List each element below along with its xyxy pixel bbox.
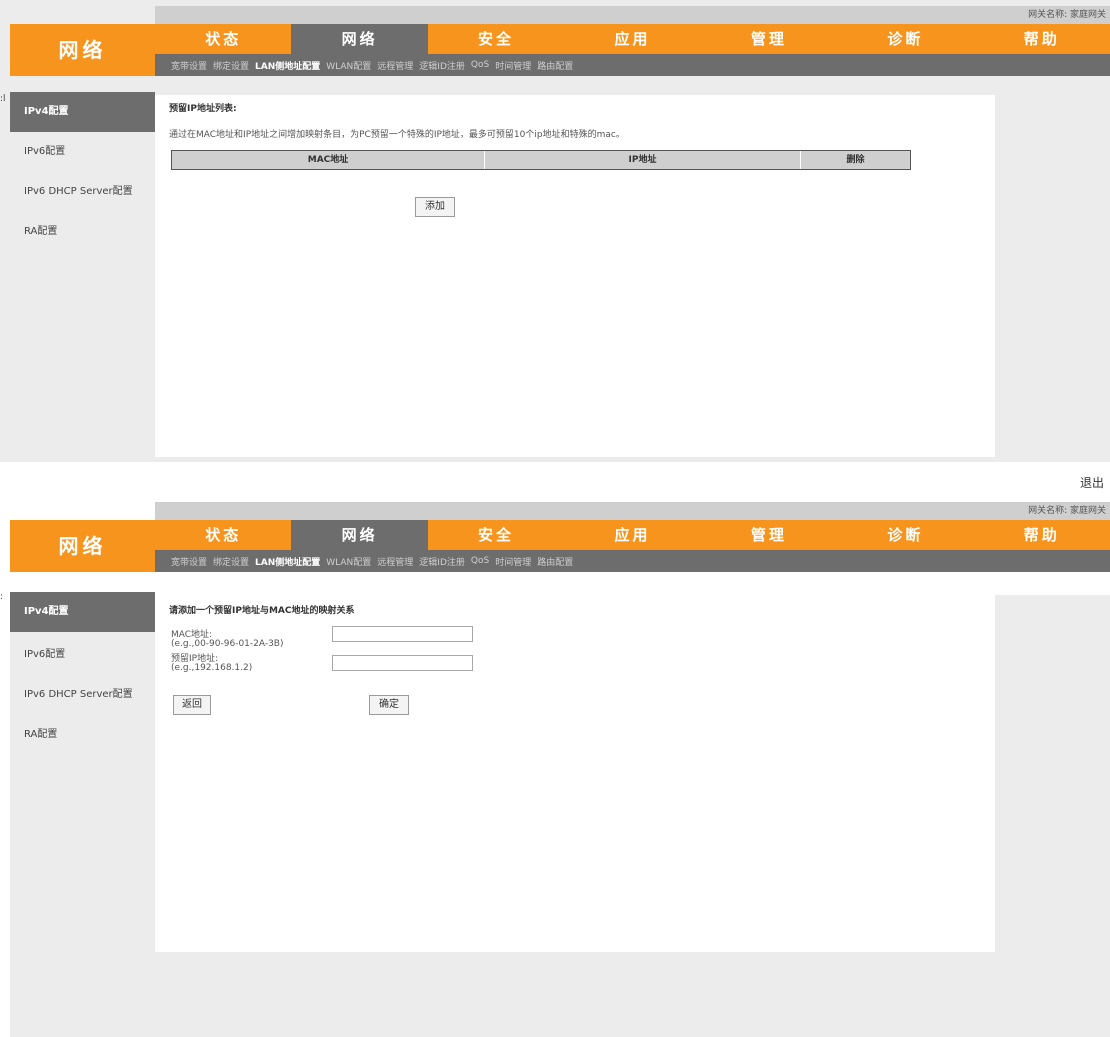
top-bar: 网关名称: 家庭网关 xyxy=(155,502,1110,520)
tab-network[interactable]: 网络 xyxy=(291,520,428,550)
subtab-logic-id[interactable]: 逻辑ID注册 xyxy=(419,59,465,72)
subtab-lan-address[interactable]: LAN侧地址配置 xyxy=(255,555,320,568)
subtab-wlan[interactable]: WLAN配置 xyxy=(326,59,371,72)
sidebar-item-ra[interactable]: RA配置 xyxy=(10,715,155,755)
subtab-broadband[interactable]: 宽带设置 xyxy=(171,59,207,72)
content-panel: 请添加一个预留IP地址与MAC地址的映射关系 MAC地址: (e.g.,00-9… xyxy=(155,595,995,952)
reserved-ip-hint: (e.g.,192.168.1.2) xyxy=(171,663,253,673)
sidebar-item-ipv4[interactable]: IPv4配置 xyxy=(10,592,155,632)
subtab-qos[interactable]: QoS xyxy=(471,556,489,566)
tab-application[interactable]: 应用 xyxy=(564,520,700,550)
tab-security[interactable]: 安全 xyxy=(428,520,564,550)
column-delete: 删除 xyxy=(846,155,865,165)
mac-address-input[interactable] xyxy=(332,626,473,642)
column-mac: MAC地址 xyxy=(172,151,485,169)
ok-button[interactable]: 确定 xyxy=(369,695,409,715)
add-button[interactable]: 添加 xyxy=(415,197,455,217)
mac-hint: (e.g.,00-90-96-01-2A-3B) xyxy=(171,639,284,649)
add-mapping-title: 请添加一个预留IP地址与MAC地址的映射关系 xyxy=(169,606,355,616)
top-bar: 网关名称: 家庭网关 xyxy=(155,6,1110,24)
gateway-name: 网关名称: 家庭网关 xyxy=(1028,10,1106,20)
reserved-ip-description: 通过在MAC地址和IP地址之间增加映射条目，为PC预留一个特殊的IP地址，最多可… xyxy=(169,130,625,140)
left-edge-mark: : xyxy=(0,592,4,602)
reserved-ip-table-header: MAC地址 IP地址 删除 xyxy=(171,150,911,170)
reserved-ip-input[interactable] xyxy=(332,655,473,671)
tab-management[interactable]: 管理 xyxy=(701,520,837,550)
sidebar-item-ipv6[interactable]: IPv6配置 xyxy=(10,635,155,675)
content-panel: 预留IP地址列表: 通过在MAC地址和IP地址之间增加映射条目，为PC预留一个特… xyxy=(155,95,995,457)
subtab-time[interactable]: 时间管理 xyxy=(495,59,531,72)
subtab-broadband[interactable]: 宽带设置 xyxy=(171,555,207,568)
tab-status[interactable]: 状态 xyxy=(155,24,291,54)
subtab-remote[interactable]: 远程管理 xyxy=(377,555,413,568)
tab-diagnosis[interactable]: 诊断 xyxy=(837,24,973,54)
tab-management[interactable]: 管理 xyxy=(701,24,837,54)
subtab-wlan[interactable]: WLAN配置 xyxy=(326,555,371,568)
sidebar: IPv4配置 IPv6配置 IPv6 DHCP Server配置 RA配置 xyxy=(10,592,155,954)
subtab-qos[interactable]: QoS xyxy=(471,60,489,70)
list-page-screen: 网关名称: 家庭网关 网络 状态 网络 安全 应用 管理 诊断 帮助 宽带设置 … xyxy=(0,0,1110,462)
sub-nav: 宽带设置 绑定设置 LAN侧地址配置 WLAN配置 远程管理 逻辑ID注册 Qo… xyxy=(155,550,1110,572)
tab-security[interactable]: 安全 xyxy=(428,24,564,54)
logout-link[interactable]: 退出 xyxy=(1080,474,1104,491)
tab-application[interactable]: 应用 xyxy=(564,24,700,54)
tab-help[interactable]: 帮助 xyxy=(974,24,1110,54)
subtab-route[interactable]: 路由配置 xyxy=(537,59,573,72)
subtab-binding[interactable]: 绑定设置 xyxy=(213,59,249,72)
footer-area xyxy=(10,952,1110,1037)
left-edge-mark: :l xyxy=(0,94,6,104)
reserved-ip-list-title: 预留IP地址列表: xyxy=(169,104,237,114)
back-button[interactable]: 返回 xyxy=(173,695,211,715)
section-logo: 网络 xyxy=(10,520,155,572)
sidebar-item-ra[interactable]: RA配置 xyxy=(10,212,155,252)
tab-network[interactable]: 网络 xyxy=(291,24,428,54)
sidebar: IPv4配置 IPv6配置 IPv6 DHCP Server配置 RA配置 xyxy=(10,92,155,462)
tab-diagnosis[interactable]: 诊断 xyxy=(837,520,973,550)
sidebar-item-ipv4[interactable]: IPv4配置 xyxy=(10,92,155,132)
add-page-screen: 退出 网关名称: 家庭网关 网络 状态 网络 安全 应用 管理 诊断 帮助 宽带… xyxy=(0,462,1110,1037)
subtab-lan-address[interactable]: LAN侧地址配置 xyxy=(255,59,320,72)
main-nav: 状态 网络 安全 应用 管理 诊断 帮助 xyxy=(155,520,1110,550)
sidebar-item-ipv6-dhcp[interactable]: IPv6 DHCP Server配置 xyxy=(10,675,155,715)
gateway-name: 网关名称: 家庭网关 xyxy=(1028,506,1106,516)
subtab-time[interactable]: 时间管理 xyxy=(495,555,531,568)
sidebar-item-ipv6-dhcp[interactable]: IPv6 DHCP Server配置 xyxy=(10,172,155,212)
subtab-remote[interactable]: 远程管理 xyxy=(377,59,413,72)
right-pane xyxy=(995,95,1110,457)
tab-help[interactable]: 帮助 xyxy=(974,520,1110,550)
section-logo: 网络 xyxy=(10,24,155,76)
sub-nav: 宽带设置 绑定设置 LAN侧地址配置 WLAN配置 远程管理 逻辑ID注册 Qo… xyxy=(155,54,1110,76)
column-ip: IP地址 xyxy=(485,151,801,169)
subtab-route[interactable]: 路由配置 xyxy=(537,555,573,568)
sidebar-item-ipv6[interactable]: IPv6配置 xyxy=(10,132,155,172)
subtab-binding[interactable]: 绑定设置 xyxy=(213,555,249,568)
main-nav: 状态 网络 安全 应用 管理 诊断 帮助 xyxy=(155,24,1110,54)
right-pane xyxy=(995,595,1110,952)
tab-status[interactable]: 状态 xyxy=(155,520,291,550)
subtab-logic-id[interactable]: 逻辑ID注册 xyxy=(419,555,465,568)
